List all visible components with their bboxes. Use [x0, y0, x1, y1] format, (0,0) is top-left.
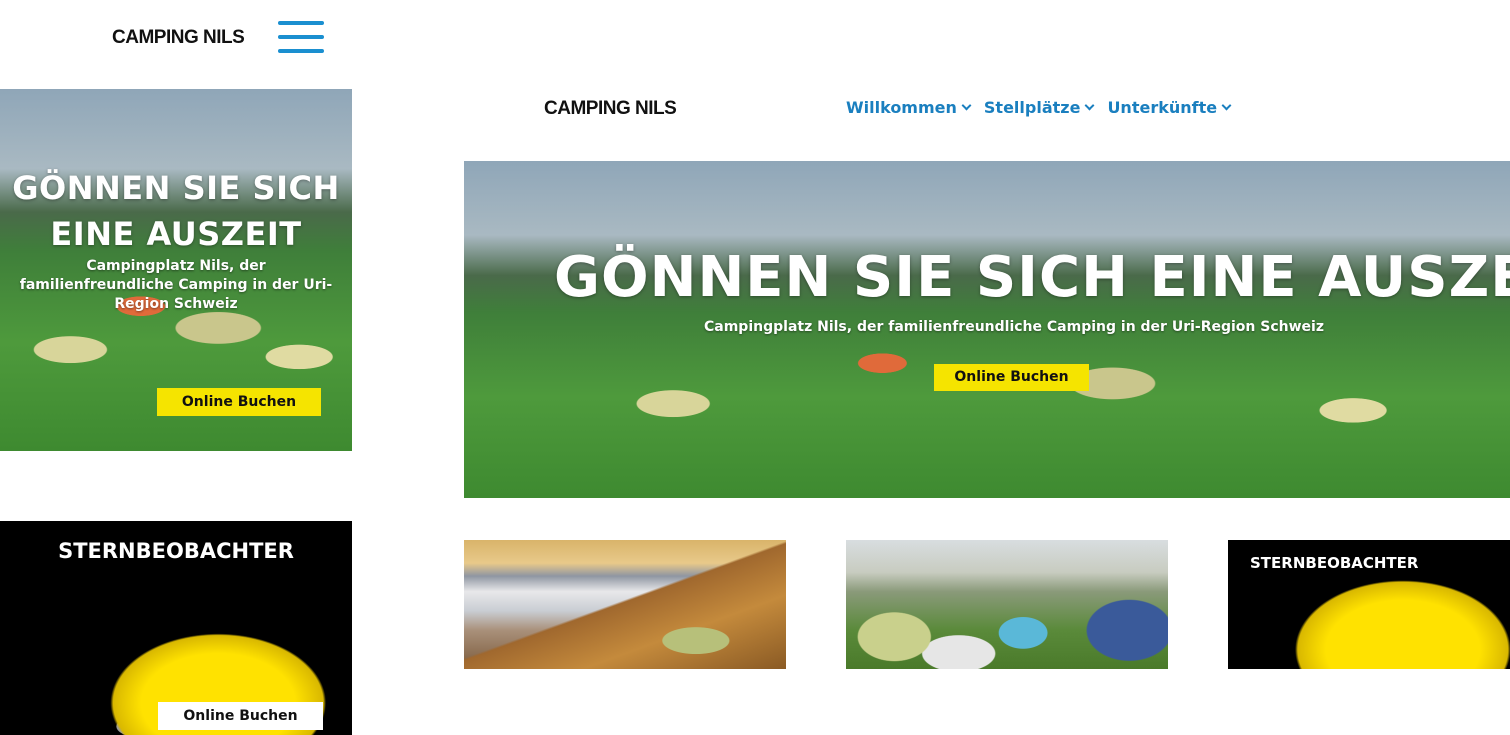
mobile-logo[interactable]: CAMPING NILS	[112, 27, 245, 49]
tent-field-thumbnail[interactable]	[846, 540, 1168, 669]
nav-item-label: Unterkünfte	[1107, 98, 1218, 117]
desktop-hero-subtitle: Campingplatz Nils, der familienfreundlic…	[704, 319, 1324, 335]
mobile-online-buchen-button[interactable]: Online Buchen	[157, 388, 321, 416]
mobile-hero-subtitle: Campingplatz Nils, der familienfreundlic…	[19, 258, 333, 312]
mobile-stargazer-title: STERNBEOBACHTER	[58, 539, 294, 563]
mountain-tent-thumbnail[interactable]	[464, 540, 786, 669]
desktop-hero-banner: GÖNNEN SIE SICH EINE AUSZEIT Campingplat…	[464, 161, 1510, 498]
nav-item-stellplaetze[interactable]: Stellplätze	[983, 98, 1095, 117]
desktop-stargazer-thumbnail[interactable]: STERNBEOBACHTER	[1228, 540, 1510, 669]
desktop-online-buchen-button[interactable]: Online Buchen	[934, 364, 1089, 391]
desktop-hero-title: GÖNNEN SIE SICH EINE AUSZEIT	[554, 245, 1510, 310]
desktop-logo[interactable]: CAMPING NILS	[544, 98, 677, 120]
nav-item-willkommen[interactable]: Willkommen	[846, 98, 972, 117]
hamburger-line	[278, 49, 324, 53]
chevron-down-icon	[1084, 100, 1095, 111]
mobile-stargazer-banner: STERNBEOBACHTER Online Buchen	[0, 521, 352, 735]
chevron-down-icon	[961, 100, 972, 111]
hamburger-line	[278, 21, 324, 25]
mobile-hero-title: GÖNNEN SIE SICH EINE AUSZEIT	[12, 169, 340, 253]
chevron-down-icon	[1221, 100, 1232, 111]
nav-item-label: Willkommen	[846, 98, 957, 117]
mobile-stargazer-button[interactable]: Online Buchen	[158, 702, 323, 730]
mobile-hero-banner: GÖNNEN SIE SICH EINE AUSZEIT Campingplat…	[0, 89, 352, 451]
desktop-stargazer-title: STERNBEOBACHTER	[1250, 554, 1419, 572]
main-nav: Willkommen Stellplätze Unterkünfte	[846, 98, 1232, 117]
nav-item-unterkuenfte[interactable]: Unterkünfte	[1107, 98, 1232, 117]
nav-item-label: Stellplätze	[983, 98, 1081, 117]
hamburger-menu-icon[interactable]	[278, 21, 324, 55]
hamburger-line	[278, 35, 324, 39]
